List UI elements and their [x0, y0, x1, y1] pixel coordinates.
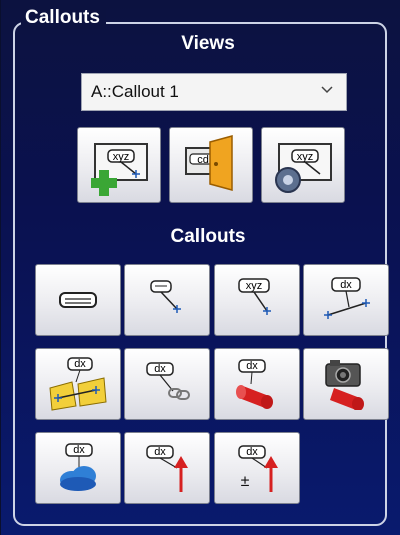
- chain-callout-icon-label: dx: [154, 363, 166, 375]
- tolerance-callout-button[interactable]: dx ±: [214, 432, 300, 504]
- view-settings-icon: xyz: [275, 143, 332, 193]
- callouts-panel: Callouts Views A::Callout 1 xyz cd xyz C…: [0, 0, 400, 535]
- tolerance-callout-icon-label: dx: [246, 446, 258, 458]
- view-settings-button[interactable]: xyz: [261, 127, 345, 203]
- add-view-icon: xyz: [91, 143, 148, 196]
- distance-callout-button[interactable]: dx: [303, 264, 389, 336]
- add-view-icon-label: xyz: [113, 151, 130, 163]
- text-label-icon: [59, 292, 97, 308]
- camera-callout-icon: [325, 360, 364, 410]
- text-callout-button[interactable]: [35, 264, 121, 336]
- add-view-button[interactable]: xyz: [77, 127, 161, 203]
- chain-callout-button[interactable]: dx: [124, 348, 210, 420]
- distance-callout-icon: dx: [324, 277, 370, 319]
- views-title: Views: [181, 33, 235, 54]
- cloud-callout-icon-label: dx: [73, 444, 85, 456]
- camera-callout-button[interactable]: [303, 348, 389, 420]
- switch-view-icon-label: cd: [197, 154, 209, 166]
- distance-callout-icon-label: dx: [340, 279, 352, 291]
- arrow-callout-icon: dx: [146, 445, 188, 492]
- chevron-down-icon: [321, 86, 333, 94]
- switch-view-button[interactable]: cd: [169, 127, 253, 203]
- cloud-callout-icon: dx: [60, 443, 96, 491]
- point-callout-button[interactable]: [124, 264, 210, 336]
- arrow-callout-button[interactable]: dx: [124, 432, 210, 504]
- cylinder-callout-icon: dx: [236, 359, 273, 409]
- xyz-callout-icon-label: xyz: [246, 280, 263, 292]
- xyz-callout-button[interactable]: xyz: [214, 264, 300, 336]
- view-select-value: A::Callout 1: [91, 82, 179, 101]
- chain-callout-icon: dx: [146, 362, 190, 400]
- xyz-callout-icon: xyz: [238, 278, 271, 315]
- view-settings-icon-label: xyz: [297, 151, 314, 163]
- point-callout-icon: [150, 280, 181, 313]
- cylinder-callout-button[interactable]: dx: [214, 348, 300, 420]
- area-distance-callout-icon-label: dx: [74, 358, 86, 370]
- area-distance-callout-button[interactable]: dx: [35, 348, 121, 420]
- cloud-callout-button[interactable]: dx: [35, 432, 121, 504]
- area-distance-callout-icon: dx: [49, 357, 107, 411]
- cylinder-callout-icon-label: dx: [246, 360, 258, 372]
- plus-minus-symbol: ±: [241, 473, 250, 490]
- tolerance-callout-icon: dx ±: [238, 445, 278, 492]
- switch-view-icon: cd: [185, 135, 233, 191]
- arrow-callout-icon-label: dx: [154, 446, 166, 458]
- view-select[interactable]: A::Callout 1: [81, 73, 347, 111]
- callouts-title: Callouts: [170, 226, 246, 247]
- group-title: Callouts: [21, 7, 106, 29]
